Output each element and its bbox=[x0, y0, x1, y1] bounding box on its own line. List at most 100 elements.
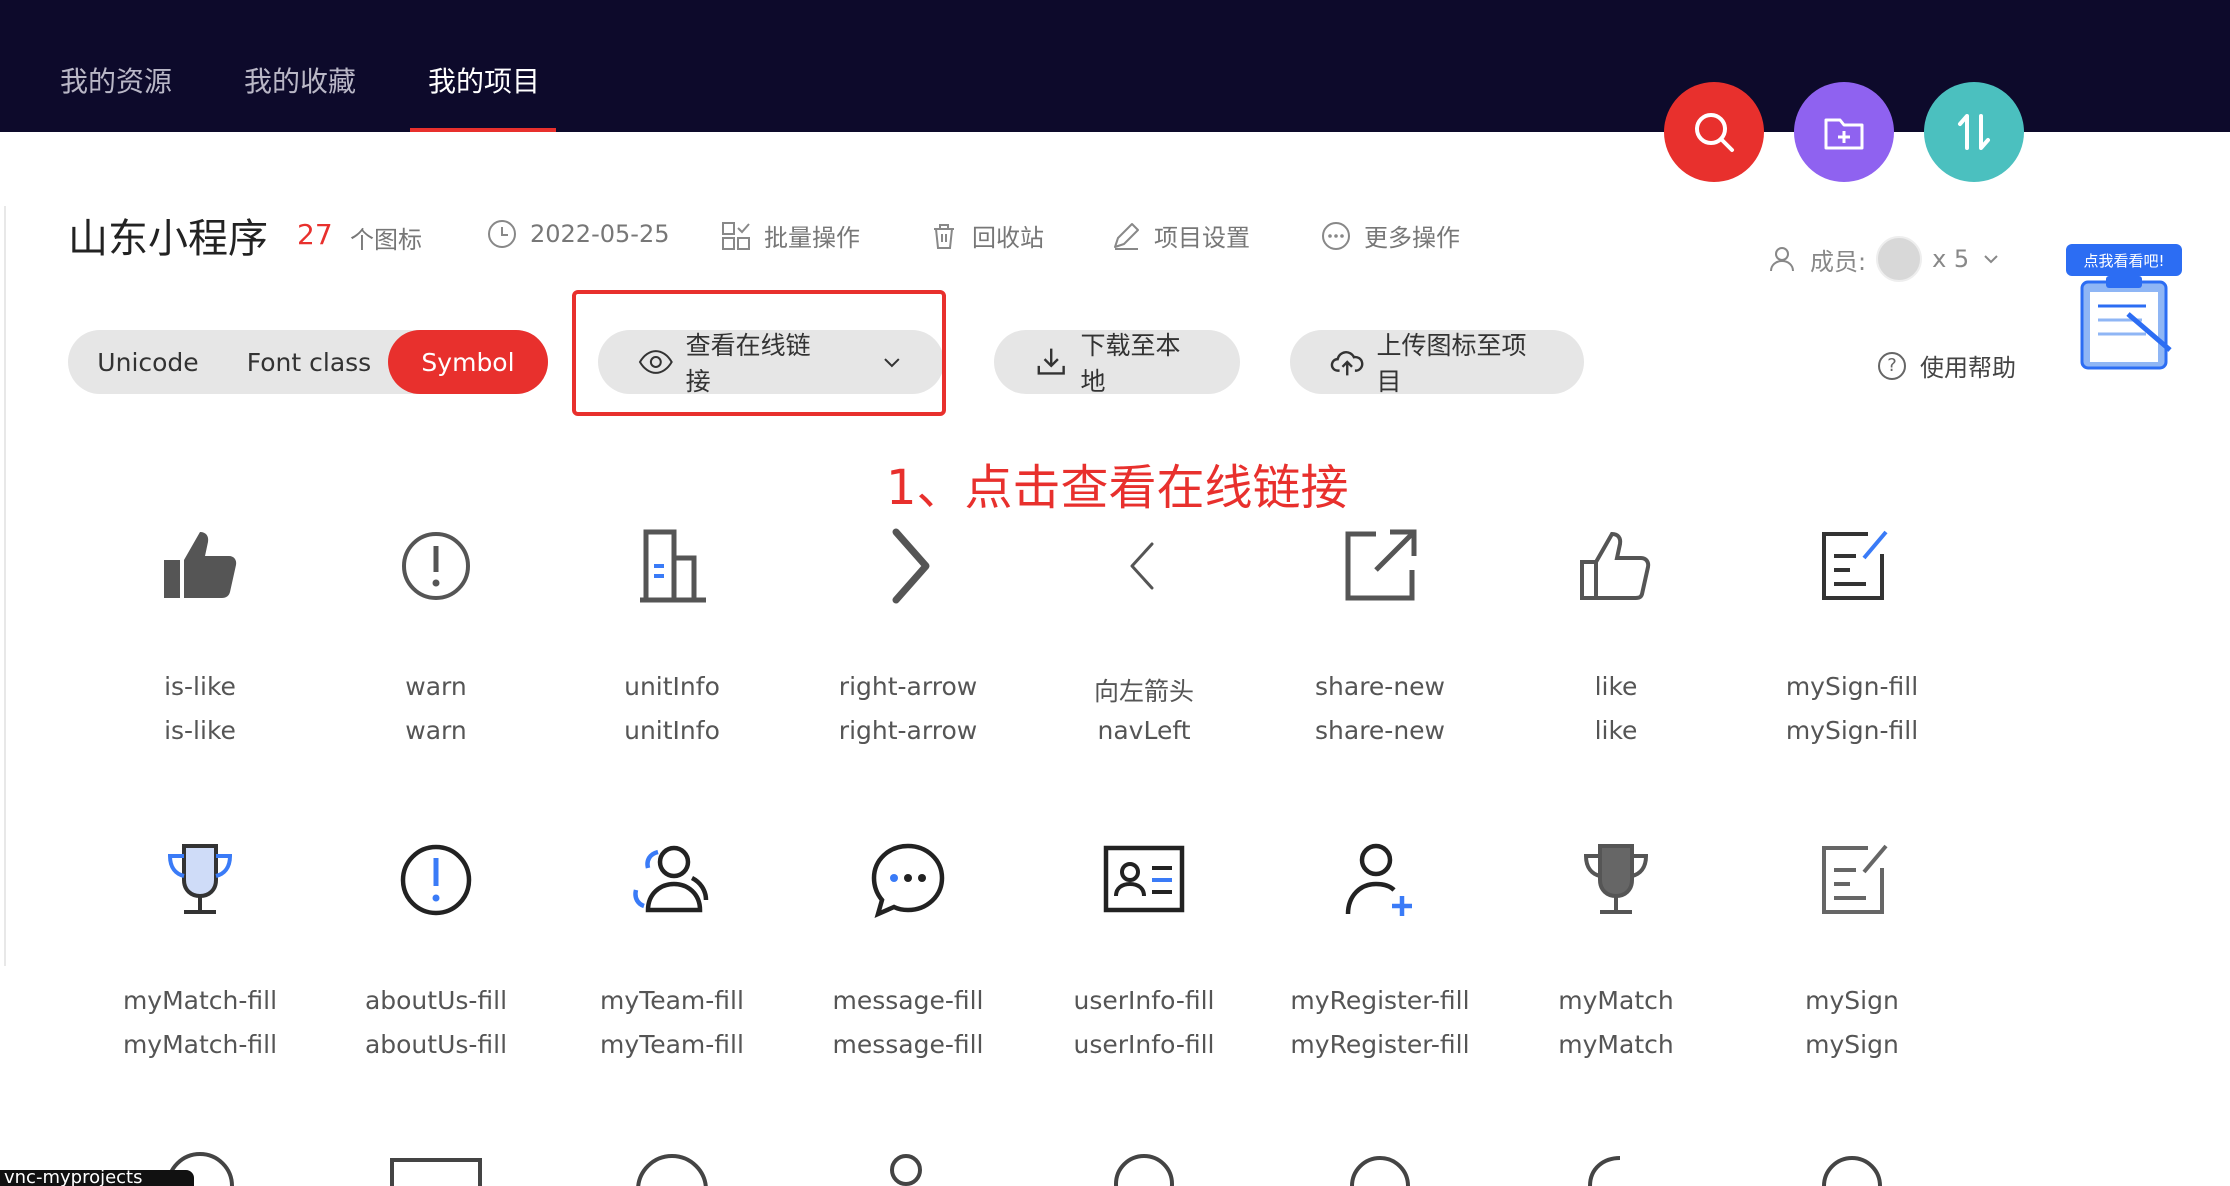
trophy-icon bbox=[1583, 844, 1649, 914]
icon-card[interactable]: mySign-fill mySign-fill bbox=[1734, 516, 1970, 746]
project-date-text: 2022-05-25 bbox=[530, 220, 670, 248]
project-settings-label: 项目设置 bbox=[1154, 224, 1250, 252]
icon-name: myTeam-fill bbox=[600, 986, 744, 1015]
user-card-icon bbox=[1103, 845, 1185, 913]
icon-card[interactable]: message-fill message-fill bbox=[790, 830, 1026, 1060]
icon-card[interactable]: myMatch-fill myMatch-fill bbox=[82, 830, 318, 1060]
icon-card[interactable]: myMatch myMatch bbox=[1498, 830, 1734, 1060]
members-count: x 5 bbox=[1932, 245, 1970, 273]
icon-name: 向左箭头 bbox=[1093, 677, 1194, 706]
icon-card[interactable]: myRegister-fill myRegister-fill bbox=[1262, 830, 1498, 1060]
grid-icon bbox=[722, 221, 750, 250]
icon-card[interactable]: aboutUs-fill aboutUs-fill bbox=[318, 830, 554, 1060]
icon-code: myMatch-fill bbox=[122, 1030, 278, 1059]
icon-name: userInfo-fill bbox=[1073, 986, 1215, 1015]
icon-name: myMatch bbox=[1558, 986, 1674, 1015]
trash-icon bbox=[934, 223, 954, 249]
icon-card[interactable]: 向左箭头 navLeft bbox=[1026, 516, 1262, 746]
icon-card[interactable]: myTeam-fill myTeam-fill bbox=[554, 830, 790, 1060]
nav-tab-my-favorites[interactable]: 我的收藏 bbox=[244, 60, 356, 100]
icon-code: myRegister-fill bbox=[1290, 1030, 1470, 1059]
seg-symbol[interactable]: Symbol bbox=[388, 330, 548, 394]
help-icon: ? bbox=[1878, 351, 1906, 380]
icon-name: warn bbox=[405, 672, 467, 701]
recycle-bin-label: 回收站 bbox=[972, 224, 1044, 252]
batch-operation-button[interactable]: 批量操作 bbox=[720, 218, 860, 253]
hint-badge: 点我看看吧! bbox=[2066, 244, 2182, 276]
members-dropdown[interactable]: 成员: x 5 bbox=[1768, 236, 2003, 282]
icon-card[interactable]: warn warn bbox=[318, 516, 554, 746]
share-icon bbox=[1345, 529, 1417, 601]
icon-code: userInfo-fill bbox=[1073, 1030, 1215, 1059]
team-fill-icon bbox=[633, 845, 709, 913]
icon-card[interactable]: is-like is-like bbox=[82, 516, 318, 746]
upload-icon-label: 上传图标至项目 bbox=[1376, 331, 1527, 396]
icon-code: share-new bbox=[1315, 716, 1445, 745]
icon-name: mySign bbox=[1805, 986, 1899, 1015]
icon-name: unitInfo bbox=[624, 672, 720, 701]
nav-tab-my-projects[interactable]: 我的项目 bbox=[428, 60, 540, 100]
icon-card[interactable]: like like bbox=[1498, 516, 1734, 746]
members-label: 成员: bbox=[1810, 247, 1867, 276]
nav-tab-my-resources[interactable]: 我的资源 bbox=[60, 60, 172, 100]
project-settings-button[interactable]: 项目设置 bbox=[1110, 218, 1250, 253]
icon-card[interactable]: right-arrow right-arrow bbox=[790, 516, 1026, 746]
user-icon bbox=[1770, 247, 1794, 272]
icon-code: right-arrow bbox=[838, 716, 978, 745]
thumb-up-icon bbox=[1580, 531, 1651, 600]
building-icon bbox=[640, 529, 706, 603]
upload-icon-button[interactable]: 上传图标至项目 bbox=[1290, 330, 1584, 396]
icon-card[interactable]: unitInfo unitInfo bbox=[554, 516, 790, 746]
highlight-annotation-box bbox=[572, 290, 946, 416]
download-local-button[interactable]: 下载至本地 bbox=[994, 330, 1240, 396]
help-link[interactable]: ? 使用帮助 bbox=[1878, 348, 2016, 383]
folder-add-icon bbox=[1824, 118, 1864, 150]
recycle-bin-button[interactable]: 回收站 bbox=[928, 218, 1044, 253]
thumb-up-fill-icon bbox=[164, 532, 237, 598]
icon-name: right-arrow bbox=[838, 672, 978, 701]
search-button[interactable] bbox=[1664, 82, 1764, 182]
chevron-left-icon bbox=[1130, 542, 1154, 590]
cloud-upload-icon bbox=[1330, 351, 1364, 376]
member-avatar bbox=[1876, 236, 1923, 282]
hint-widget[interactable]: 点我看看吧! bbox=[2066, 244, 2182, 374]
sign-fill-icon bbox=[1822, 530, 1888, 600]
batch-operation-label: 批量操作 bbox=[764, 224, 860, 252]
seg-font-class[interactable]: Font class bbox=[228, 330, 390, 394]
message-icon bbox=[871, 843, 945, 918]
icon-code: navLeft bbox=[1097, 716, 1191, 745]
more-icon bbox=[1322, 221, 1350, 250]
partial-icon-row bbox=[166, 1152, 1882, 1186]
top-nav-bar: 我的资源 我的收藏 我的项目 bbox=[0, 0, 2230, 132]
icon-code: is-like bbox=[164, 716, 236, 745]
icon-card[interactable]: mySign mySign bbox=[1734, 830, 1970, 1060]
icon-count: 27 bbox=[297, 218, 333, 251]
sort-button[interactable] bbox=[1924, 82, 2024, 182]
icon-name: myRegister-fill bbox=[1290, 986, 1470, 1015]
icon-code: myMatch bbox=[1558, 1030, 1674, 1059]
download-local-label: 下载至本地 bbox=[1080, 331, 1181, 396]
icon-code: warn bbox=[405, 716, 467, 745]
icon-card[interactable]: share-new share-new bbox=[1262, 516, 1498, 746]
search-icon bbox=[1695, 113, 1734, 152]
help-label: 使用帮助 bbox=[1920, 354, 2016, 382]
code-type-segmented-control: Unicode Font class Symbol bbox=[68, 330, 548, 394]
icon-code: message-fill bbox=[832, 1030, 984, 1059]
edit-icon bbox=[1114, 222, 1139, 250]
user-add-icon bbox=[1345, 843, 1412, 916]
icon-code: like bbox=[1594, 716, 1638, 745]
warning-circle-icon bbox=[402, 532, 470, 600]
bottom-tag: vnc-myprojects bbox=[0, 1170, 194, 1186]
icon-card[interactable]: userInfo-fill userInfo-fill bbox=[1026, 830, 1262, 1060]
sort-icon bbox=[1958, 114, 1990, 150]
add-folder-button[interactable] bbox=[1794, 82, 1894, 182]
icon-code: mySign-fill bbox=[1785, 716, 1919, 745]
icon-name: like bbox=[1594, 672, 1638, 701]
icon-name: aboutUs-fill bbox=[364, 986, 508, 1015]
more-operations-button[interactable]: 更多操作 bbox=[1320, 218, 1460, 253]
icon-name: is-like bbox=[164, 672, 236, 701]
seg-unicode[interactable]: Unicode bbox=[68, 330, 228, 394]
sign-icon bbox=[1822, 844, 1888, 914]
left-divider bbox=[4, 206, 6, 966]
icon-code: mySign bbox=[1805, 1030, 1899, 1059]
